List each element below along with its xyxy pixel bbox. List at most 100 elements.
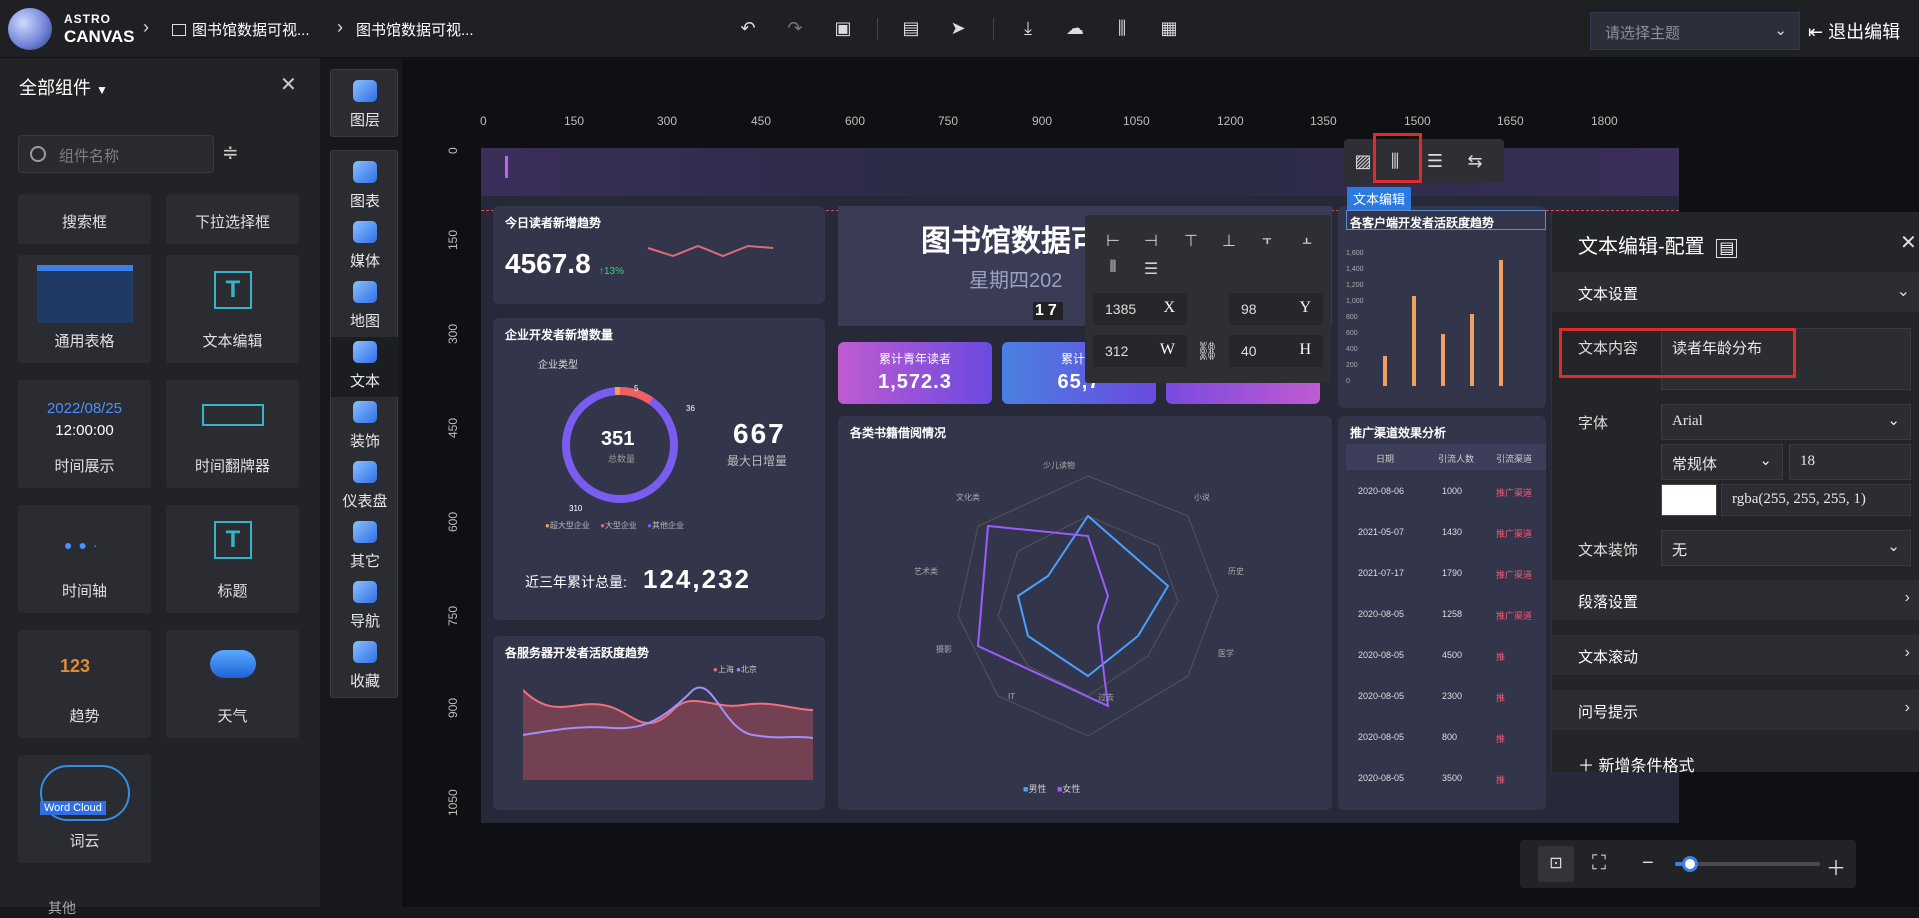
card-enterprise-dev[interactable]: 企业开发者新增数量 企业类型 351 总数量 36 5 310 667 最大日增…	[493, 318, 825, 620]
database-icon[interactable]: ☰	[1420, 146, 1450, 176]
astro-logo-icon[interactable]	[8, 8, 52, 50]
dashboard-preview[interactable]: 今日读者新增趋势 4567.8 ↑13% 企业开发者新增数量 企业类型 351 …	[481, 148, 1679, 823]
component-category-select[interactable]: 全部组件 ▼	[19, 74, 108, 100]
card-reader-trend[interactable]: 今日读者新增趋势 4567.8 ↑13%	[493, 206, 825, 304]
component-search-box[interactable]: 搜索框	[18, 194, 151, 244]
distribute-v-icon[interactable]: ☰	[1139, 259, 1163, 281]
zoom-in-icon[interactable]: ＋	[1826, 852, 1846, 881]
preview-icon[interactable]: ▤	[900, 17, 922, 39]
add-condition-button[interactable]: ＋ 新增条件格式	[1578, 752, 1694, 776]
table-row[interactable]: 2020-08-05 800 推	[1346, 722, 1546, 763]
exit-edit-button[interactable]: ⇤ 退出编辑	[1808, 18, 1900, 44]
theme-select[interactable]: 请选择主题 ⌄	[1590, 12, 1800, 50]
table-row[interactable]: 2020-08-05 2300 推	[1346, 681, 1546, 722]
table-row[interactable]: 2021-05-07 1430 推广渠道	[1346, 517, 1546, 558]
font-size-input[interactable]: 18	[1789, 444, 1911, 480]
breadcrumb-item[interactable]: 图书馆数据可视...	[172, 19, 310, 40]
category-partial[interactable]: 其他	[48, 898, 76, 918]
section-question-tip[interactable]: 问号提示 ›	[1552, 690, 1919, 730]
align-top-icon[interactable]: ⊤	[1179, 231, 1203, 253]
component-search-input[interactable]: 组件名称	[18, 135, 214, 173]
section-text-scroll[interactable]: 文本滚动 ›	[1552, 635, 1919, 675]
zoom-knob[interactable]	[1681, 856, 1698, 872]
component-title[interactable]: T 标题	[166, 505, 299, 613]
save-icon[interactable]: ▣	[832, 17, 854, 39]
align-bottom-icon[interactable]: ⊥	[1217, 231, 1241, 253]
rail-item-gauge[interactable]: 仪表盘	[331, 461, 399, 511]
component-text-editor[interactable]: T 文本编辑	[166, 255, 299, 363]
interaction-icon[interactable]: ⇆	[1460, 146, 1490, 176]
ruler-tick: 1350	[1310, 114, 1337, 128]
zoom-bar: ⊡ ⛶ − ＋	[1520, 840, 1856, 888]
card-server-dev-trend[interactable]: 各服务器开发者活跃度趋势 ●上海 ●北京	[493, 636, 825, 810]
component-trend[interactable]: 123 趋势	[18, 630, 151, 738]
table-row[interactable]: 2020-08-05 3500 推	[1346, 763, 1546, 804]
rail-item-favorites[interactable]: 收藏	[331, 641, 399, 691]
align-middle-icon[interactable]: ⫟	[1255, 231, 1279, 253]
fit-screen-icon[interactable]: ⊡	[1538, 846, 1574, 882]
rail-item-nav[interactable]: 导航	[331, 581, 399, 631]
zoom-out-icon[interactable]: −	[1642, 852, 1654, 875]
sparkline	[647, 244, 774, 258]
align-center-icon[interactable]: ⫠	[1295, 231, 1319, 253]
selection-box	[1346, 210, 1546, 230]
align-right-icon[interactable]: ⊣	[1139, 231, 1163, 253]
component-weather[interactable]: 天气	[166, 630, 299, 738]
map-icon	[353, 281, 377, 303]
section-text-settings[interactable]: 文本设置 ⌄	[1552, 272, 1919, 312]
align-left-icon[interactable]: ⊢	[1101, 231, 1125, 253]
color-swatch[interactable]	[1661, 484, 1717, 516]
component-timeline[interactable]: ●●· 时间轴	[18, 505, 151, 613]
component-dropdown[interactable]: 下拉选择框	[166, 194, 299, 244]
component-flip-clock[interactable]: 时间翻牌器	[166, 380, 299, 488]
layer-button[interactable]: 图层	[330, 69, 398, 137]
upload-icon[interactable]: ☁	[1064, 17, 1086, 39]
kpi-card[interactable]: 累计青年读者 1,572.3	[838, 342, 992, 404]
text-decoration-select[interactable]: 无 ⌄	[1661, 530, 1911, 566]
card-client-dev-trend[interactable]: 各客户端开发者活跃度趋势 1,600 1,400 1,200 1,000 800 600 4…	[1338, 206, 1546, 408]
publish-icon[interactable]: ➤	[947, 17, 969, 39]
table-row[interactable]: 2021-07-17 1790 推广渠道	[1346, 558, 1546, 599]
zoom-slider[interactable]	[1675, 856, 1820, 872]
height-field[interactable]: 40 H	[1229, 335, 1323, 367]
data-settings-icon[interactable]: ▦	[1158, 17, 1180, 39]
element-toolbar: ▨ ⫼ ☰ ⇆	[1344, 139, 1504, 183]
component-table[interactable]: 通用表格	[18, 255, 151, 363]
filter-icon[interactable]: ≑	[222, 140, 239, 165]
rail-item-media[interactable]: 媒体	[331, 221, 399, 271]
rail-item-map[interactable]: 地图	[331, 281, 399, 331]
rail-item-decoration[interactable]: 装饰	[331, 401, 399, 451]
rail-item-chart[interactable]: 图表	[331, 161, 399, 211]
table-row[interactable]: 2020-08-06 1000 推广渠道	[1346, 476, 1546, 517]
table-row[interactable]: 2020-08-05 1258 推广渠道	[1346, 599, 1546, 640]
section-paragraph[interactable]: 段落设置 ›	[1552, 580, 1919, 620]
settings-sliders-icon[interactable]: ⫼	[1111, 17, 1133, 39]
fullscreen-icon[interactable]: ⛶	[1592, 852, 1606, 875]
x-field[interactable]: 1385 X	[1093, 293, 1187, 325]
font-select[interactable]: Arial ⌄	[1661, 404, 1911, 440]
table-row[interactable]: 2020-08-05 4500 推	[1346, 640, 1546, 681]
close-icon[interactable]: ✕	[1900, 230, 1917, 255]
redo-icon[interactable]: ↷	[784, 17, 806, 39]
card-radar[interactable]: 各类书籍借阅情况 少儿读物 小说 历史 医学 过去 IT 摄影 艺术类 文化类 …	[838, 416, 1332, 810]
breadcrumb-item[interactable]: 图书馆数据可视...	[356, 19, 474, 40]
rail-item-text[interactable]: 文本	[331, 337, 399, 397]
component-time-display[interactable]: 2022/08/25 12:00:00 时间展示	[18, 380, 151, 488]
download-icon[interactable]: ⤓	[1017, 17, 1039, 39]
component-word-cloud[interactable]: Word Cloud 词云	[18, 755, 151, 863]
color-input[interactable]: rgba(255, 255, 255, 1)	[1721, 484, 1911, 516]
ruler-tick: 150	[564, 114, 585, 128]
undo-icon[interactable]: ↶	[737, 17, 759, 39]
cell-date: 2020-08-05	[1358, 650, 1405, 660]
doc-icon[interactable]: ▤	[1716, 239, 1738, 258]
dashboard-title[interactable]: 图书馆数据可	[921, 216, 1101, 260]
distribute-h-icon[interactable]: ⫴	[1101, 259, 1125, 281]
font-weight-select[interactable]: 常规体 ⌄	[1661, 444, 1783, 480]
close-icon[interactable]: ✕	[280, 72, 297, 97]
rail-item-other[interactable]: 其它	[331, 521, 399, 571]
card-channel-table[interactable]: 推广渠道效果分析 日期 引流人数 引流渠道 2020-08-06 1000 推广渠道…	[1338, 416, 1546, 810]
y-field[interactable]: 98 Y	[1229, 293, 1323, 325]
component-label: 时间展示	[54, 458, 115, 475]
width-field[interactable]: 312 W	[1093, 335, 1187, 367]
link-icon[interactable]: ⛓	[1196, 341, 1219, 362]
